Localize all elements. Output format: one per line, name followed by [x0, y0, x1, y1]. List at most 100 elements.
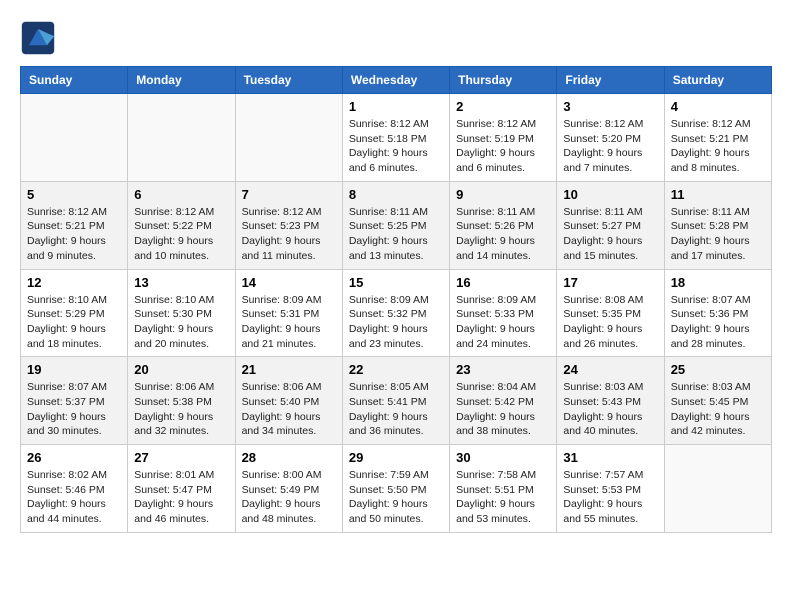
day-info: Sunrise: 8:07 AMSunset: 5:36 PMDaylight:… [671, 293, 765, 352]
day-info: Sunrise: 8:11 AMSunset: 5:25 PMDaylight:… [349, 205, 443, 264]
sunrise-text: Sunrise: 8:06 AM [134, 380, 228, 395]
day-info: Sunrise: 8:11 AMSunset: 5:27 PMDaylight:… [563, 205, 657, 264]
sunrise-text: Sunrise: 8:07 AM [27, 380, 121, 395]
day-number: 26 [27, 450, 121, 465]
sunset-text: Sunset: 5:53 PM [563, 483, 657, 498]
calendar-day-cell: 28Sunrise: 8:00 AMSunset: 5:49 PMDayligh… [235, 445, 342, 533]
day-number: 29 [349, 450, 443, 465]
sunset-text: Sunset: 5:49 PM [242, 483, 336, 498]
sunset-text: Sunset: 5:32 PM [349, 307, 443, 322]
calendar-day-cell [235, 94, 342, 182]
daylight-text: Daylight: 9 hours and 14 minutes. [456, 234, 550, 263]
day-number: 15 [349, 275, 443, 290]
day-number: 14 [242, 275, 336, 290]
daylight-text: Daylight: 9 hours and 9 minutes. [27, 234, 121, 263]
calendar-week-row: 1Sunrise: 8:12 AMSunset: 5:18 PMDaylight… [21, 94, 772, 182]
calendar-day-cell [664, 445, 771, 533]
daylight-text: Daylight: 9 hours and 32 minutes. [134, 410, 228, 439]
day-number: 7 [242, 187, 336, 202]
day-number: 24 [563, 362, 657, 377]
day-info: Sunrise: 8:10 AMSunset: 5:29 PMDaylight:… [27, 293, 121, 352]
calendar-day-cell: 4 Sunrise: 8:12 AMSunset: 5:21 PMDaylight… [664, 94, 771, 182]
calendar-day-cell: 10 Sunrise: 8:11 AMSunset: 5:27 PMDayligh… [557, 181, 664, 269]
sunset-text: Sunset: 5:38 PM [134, 395, 228, 410]
daylight-text: Daylight: 9 hours and 46 minutes. [134, 497, 228, 526]
sunset-text: Sunset: 5:43 PM [563, 395, 657, 410]
day-info: Sunrise: 8:12 AMSunset: 5:21 PMDaylight:… [27, 205, 121, 264]
daylight-text: Daylight: 9 hours and 6 minutes. [349, 146, 443, 175]
sunrise-text: Sunrise: 8:10 AM [27, 293, 121, 308]
sunrise-text: Sunrise: 8:02 AM [27, 468, 121, 483]
daylight-text: Daylight: 9 hours and 34 minutes. [242, 410, 336, 439]
day-number: 11 [671, 187, 765, 202]
day-info: Sunrise: 8:01 AMSunset: 5:47 PMDaylight:… [134, 468, 228, 527]
sunset-text: Sunset: 5:41 PM [349, 395, 443, 410]
weekday-header-cell: Thursday [450, 67, 557, 94]
calendar-day-cell: 3 Sunrise: 8:12 AMSunset: 5:20 PMDaylight… [557, 94, 664, 182]
day-number: 8 [349, 187, 443, 202]
daylight-text: Daylight: 9 hours and 26 minutes. [563, 322, 657, 351]
sunrise-text: Sunrise: 8:12 AM [349, 117, 443, 132]
daylight-text: Daylight: 9 hours and 42 minutes. [671, 410, 765, 439]
sunrise-text: Sunrise: 8:09 AM [242, 293, 336, 308]
day-number: 23 [456, 362, 550, 377]
day-number: 22 [349, 362, 443, 377]
sunrise-text: Sunrise: 8:09 AM [456, 293, 550, 308]
daylight-text: Daylight: 9 hours and 13 minutes. [349, 234, 443, 263]
day-number: 3 [563, 99, 657, 114]
sunrise-text: Sunrise: 8:11 AM [349, 205, 443, 220]
sunrise-text: Sunrise: 8:12 AM [27, 205, 121, 220]
day-info: Sunrise: 8:12 AMSunset: 5:21 PMDaylight:… [671, 117, 765, 176]
day-number: 10 [563, 187, 657, 202]
sunset-text: Sunset: 5:27 PM [563, 219, 657, 234]
sunset-text: Sunset: 5:36 PM [671, 307, 765, 322]
daylight-text: Daylight: 9 hours and 30 minutes. [27, 410, 121, 439]
day-info: Sunrise: 7:59 AMSunset: 5:50 PMDaylight:… [349, 468, 443, 527]
day-info: Sunrise: 8:12 AMSunset: 5:18 PMDaylight:… [349, 117, 443, 176]
calendar-week-row: 19Sunrise: 8:07 AMSunset: 5:37 PMDayligh… [21, 357, 772, 445]
day-info: Sunrise: 8:12 AMSunset: 5:20 PMDaylight:… [563, 117, 657, 176]
day-number: 4 [671, 99, 765, 114]
day-number: 25 [671, 362, 765, 377]
daylight-text: Daylight: 9 hours and 15 minutes. [563, 234, 657, 263]
sunrise-text: Sunrise: 8:11 AM [563, 205, 657, 220]
day-info: Sunrise: 8:12 AMSunset: 5:22 PMDaylight:… [134, 205, 228, 264]
calendar-day-cell: 15Sunrise: 8:09 AMSunset: 5:32 PMDayligh… [342, 269, 449, 357]
day-number: 2 [456, 99, 550, 114]
day-number: 13 [134, 275, 228, 290]
day-info: Sunrise: 8:06 AMSunset: 5:38 PMDaylight:… [134, 380, 228, 439]
calendar-day-cell: 16Sunrise: 8:09 AMSunset: 5:33 PMDayligh… [450, 269, 557, 357]
day-number: 12 [27, 275, 121, 290]
day-number: 16 [456, 275, 550, 290]
sunrise-text: Sunrise: 8:10 AM [134, 293, 228, 308]
sunset-text: Sunset: 5:25 PM [349, 219, 443, 234]
sunrise-text: Sunrise: 8:03 AM [563, 380, 657, 395]
calendar-day-cell: 30 Sunrise: 7:58 AMSunset: 5:51 PMDayligh… [450, 445, 557, 533]
daylight-text: Daylight: 9 hours and 28 minutes. [671, 322, 765, 351]
weekday-header-cell: Sunday [21, 67, 128, 94]
sunrise-text: Sunrise: 8:01 AM [134, 468, 228, 483]
weekday-header-cell: Monday [128, 67, 235, 94]
day-number: 30 [456, 450, 550, 465]
logo [20, 20, 62, 56]
sunrise-text: Sunrise: 7:57 AM [563, 468, 657, 483]
daylight-text: Daylight: 9 hours and 17 minutes. [671, 234, 765, 263]
daylight-text: Daylight: 9 hours and 21 minutes. [242, 322, 336, 351]
day-info: Sunrise: 8:11 AMSunset: 5:26 PMDaylight:… [456, 205, 550, 264]
daylight-text: Daylight: 9 hours and 8 minutes. [671, 146, 765, 175]
calendar-day-cell: 2 Sunrise: 8:12 AMSunset: 5:19 PMDaylight… [450, 94, 557, 182]
day-number: 27 [134, 450, 228, 465]
daylight-text: Daylight: 9 hours and 44 minutes. [27, 497, 121, 526]
day-info: Sunrise: 7:58 AMSunset: 5:51 PMDaylight:… [456, 468, 550, 527]
sunrise-text: Sunrise: 8:05 AM [349, 380, 443, 395]
sunset-text: Sunset: 5:18 PM [349, 132, 443, 147]
sunset-text: Sunset: 5:31 PM [242, 307, 336, 322]
calendar-day-cell: 17Sunrise: 8:08 AMSunset: 5:35 PMDayligh… [557, 269, 664, 357]
calendar-day-cell: 25Sunrise: 8:03 AMSunset: 5:45 PMDayligh… [664, 357, 771, 445]
day-info: Sunrise: 8:12 AMSunset: 5:19 PMDaylight:… [456, 117, 550, 176]
calendar-week-row: 26Sunrise: 8:02 AMSunset: 5:46 PMDayligh… [21, 445, 772, 533]
day-info: Sunrise: 8:03 AMSunset: 5:43 PMDaylight:… [563, 380, 657, 439]
calendar-day-cell [21, 94, 128, 182]
weekday-header-cell: Friday [557, 67, 664, 94]
calendar-day-cell: 26Sunrise: 8:02 AMSunset: 5:46 PMDayligh… [21, 445, 128, 533]
